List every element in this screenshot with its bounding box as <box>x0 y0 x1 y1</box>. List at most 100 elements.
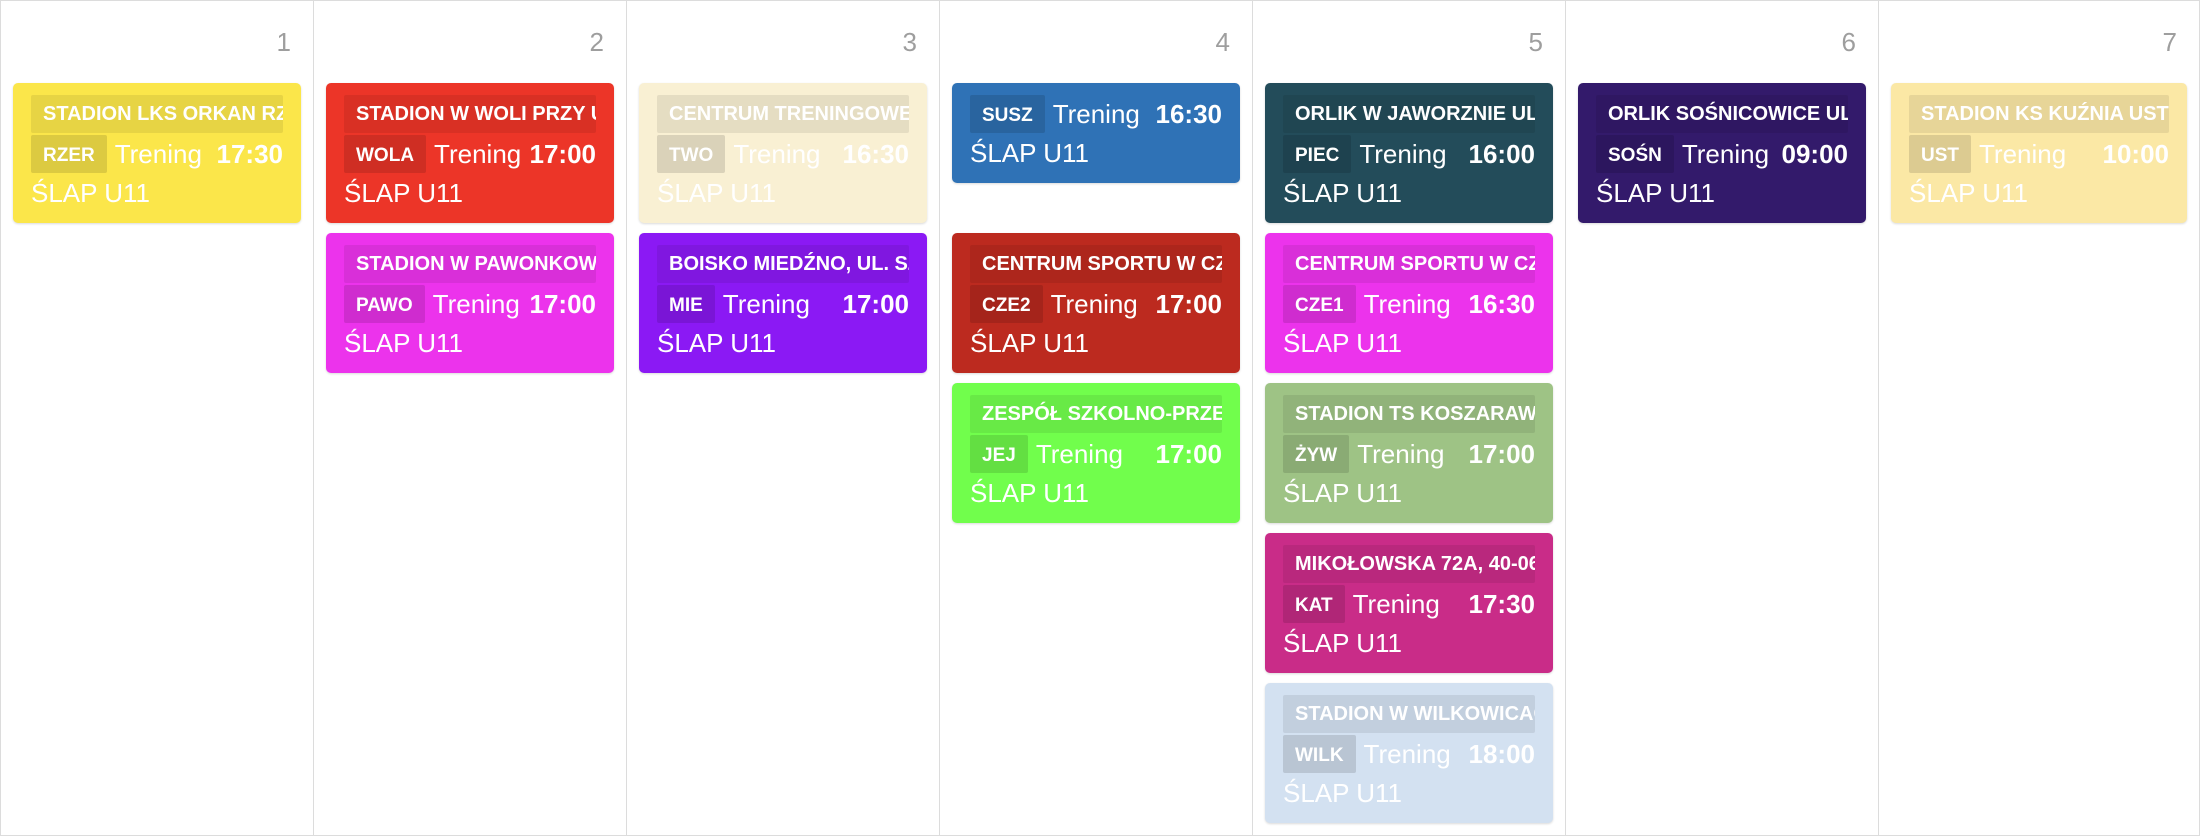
event-card[interactable]: BOISKO MIEDŹNO, UL. SZKOLNAMIETrening 17:… <box>639 233 927 373</box>
event-info-row: WILK Trening 18:00 <box>1283 735 1535 773</box>
event-time: 10:00 <box>2102 138 2170 169</box>
event-card[interactable]: ORLIK SOŚNICOWICE UL. PSOŚNTrening 09:00 Ś… <box>1578 83 1866 223</box>
day-events: CENTRUM TRENINGOWE LKSTWOTrening16:30 ŚLA… <box>639 83 927 383</box>
event-location: CENTRUM TRENINGOWE LKS <box>657 95 909 133</box>
event-code-badge: RZER <box>31 135 107 173</box>
event-info-row: SOŚN Trening 09:00 <box>1596 135 1848 173</box>
event-group: ŚLAP U11 <box>1283 178 1403 208</box>
event-time: 17:00 <box>1155 288 1223 319</box>
day-column-3: 3 CENTRUM TRENINGOWE LKSTWOTrening16:30 ŚL… <box>627 1 940 835</box>
event-location: CENTRUM SPORTU W CZECHOWICACH <box>1283 245 1535 283</box>
event-time: 17:00 <box>529 138 597 169</box>
event-info-row: ŻYW Trening 17:00 <box>1283 435 1535 473</box>
event-code-badge: SUSZ <box>970 95 1045 133</box>
event-code-badge: TWO <box>657 135 726 173</box>
event-group: ŚLAP U11 <box>31 178 151 208</box>
event-code-badge: ŻYW <box>1283 435 1350 473</box>
event-location: ORLIK W JAWORZNIE UL. E <box>1283 95 1535 133</box>
event-location: MIKOŁOWSKA 72A, 40-065 <box>1283 545 1535 583</box>
day-number[interactable]: 6 <box>1842 27 1856 57</box>
event-time: 16:30 <box>1468 288 1536 319</box>
calendar-week-view: 1STADION LKS ORKAN RZEKIRZERTrening17:30… <box>0 0 2200 836</box>
event-code-badge: WILK <box>1283 735 1356 773</box>
event-card[interactable]: CENTRUM SPORTU W CZECHOWICACHCZE2Trening… <box>952 233 1240 373</box>
day-column-6: 6 ORLIK SOŚNICOWICE UL. PSOŚNTrening 09:00… <box>1566 1 1879 835</box>
event-time: 17:00 <box>529 288 597 319</box>
day-events: SUSZ Trening 16:30 ŚLAP U11 CENTRUM SPORTU W… <box>952 83 1240 533</box>
event-type: Trening <box>1050 288 1138 319</box>
event-time: 16:00 <box>1468 138 1536 169</box>
event-code-badge: CZE2 <box>970 285 1043 323</box>
event-type: Trening <box>1052 98 1140 129</box>
event-code-badge: KAT <box>1283 585 1345 623</box>
event-card[interactable]: STADION W WILKOWICACHWILKTrening 18:00 ŚLA… <box>1265 683 1553 823</box>
event-type: Trening <box>1035 438 1124 469</box>
event-code-badge: SOŚN <box>1596 135 1674 173</box>
day-events: STADION W WOLI PRZY UL.WOLATrening17:00Ś… <box>326 83 614 383</box>
event-info-row: JEJ Trening 17:00 <box>970 435 1222 473</box>
event-card[interactable]: STADION W WOLI PRZY UL.WOLATrening17:00 Ś… <box>326 83 614 223</box>
event-location: BOISKO MIEDŹNO, UL. SZKOLNA <box>657 245 909 283</box>
event-info-row: CZE2 Trening 17:00 <box>970 285 1222 323</box>
event-card[interactable]: STADION W PAWONKOWIE PAWO Trening 17:00 ŚLAP… <box>326 233 614 373</box>
event-group: ŚLAP U11 <box>1283 628 1403 658</box>
event-time: 18:00 <box>1468 738 1536 769</box>
event-type: Trening <box>1681 138 1770 169</box>
event-card[interactable]: CENTRUM TRENINGOWE LKSTWOTrening 16:30 ŚLA… <box>639 83 927 223</box>
day-column-7: 7 STADION KS KUŹNIA USTROŃUST Trening 10:00… <box>1879 1 2199 835</box>
event-type: Trening <box>1359 138 1447 169</box>
event-time: 16:30 <box>1155 98 1223 129</box>
event-location: ZESPÓŁ SZKOLNO-PRZEDSZKOLNY <box>970 395 1222 433</box>
day-events: ORLIK SOŚNICOWICE UL. PSOŚNTrening 09:00 Ś… <box>1578 83 1866 233</box>
event-location: STADION W WILKOWICACH <box>1283 695 1535 733</box>
event-group: ŚLAP U11 <box>344 328 464 358</box>
event-card[interactable]: SUSZ Trening 16:30 ŚLAP U11 <box>952 83 1240 183</box>
event-info-row: KAT Trening 17:30 <box>1283 585 1535 623</box>
day-number[interactable]: 3 <box>903 27 917 57</box>
event-code-badge: JEJ <box>970 435 1028 473</box>
day-number[interactable]: 4 <box>1216 27 1230 57</box>
event-group: ŚLAP U11 <box>970 478 1090 508</box>
day-number[interactable]: 2 <box>590 27 604 57</box>
event-group: ŚLAP U11 <box>970 328 1090 358</box>
event-type: Trening <box>434 138 522 169</box>
event-time: 17:00 <box>1468 438 1536 469</box>
day-number[interactable]: 7 <box>2163 27 2177 57</box>
event-info-row: UST Trening 10:00 <box>1909 135 2169 173</box>
event-info-row: PIEC Trening 16:00 <box>1283 135 1535 173</box>
day-column-4: 4 SUSZ Trening 16:30 ŚLAP U11 CENTRUM SPORTU … <box>940 1 1253 835</box>
event-card[interactable]: ZESPÓŁ SZKOLNO-PRZEDSZKOLNYJEJTrening 17:… <box>952 383 1240 523</box>
event-group: ŚLAP U11 <box>657 178 777 208</box>
event-info-row: MIE Trening 17:00 <box>657 285 909 323</box>
event-info-row: CZE1 Trening 16:30 <box>1283 285 1535 323</box>
event-card[interactable]: STADION LKS ORKAN RZEKIRZERTrening 17:30 Ś… <box>13 83 301 223</box>
event-group: ŚLAP U11 <box>970 138 1090 168</box>
event-code-badge: PAWO <box>344 285 425 323</box>
event-info-row: TWO Trening 16:30 <box>657 135 909 173</box>
event-card[interactable]: STADION TS KOSZARAWA ŻYW Trening 17:00 ŚLAP … <box>1265 383 1553 523</box>
day-column-5: 5ORLIK W JAWORZNIE UL. EPIECTrening16:00… <box>1253 1 1566 835</box>
event-card[interactable]: ORLIK W JAWORZNIE UL. EPIECTrening 16:00 Ś… <box>1265 83 1553 223</box>
event-code-badge: UST <box>1909 135 1971 173</box>
day-events: ORLIK W JAWORZNIE UL. EPIECTrening16:00Ś… <box>1265 83 1553 833</box>
event-type: Trening <box>1352 588 1440 619</box>
event-type: Trening <box>1979 138 2067 169</box>
event-card[interactable]: STADION KS KUŹNIA USTROŃUST Trening 10:00 Ś… <box>1891 83 2187 223</box>
day-number[interactable]: 1 <box>277 27 291 57</box>
event-group: ŚLAP U11 <box>1596 178 1716 208</box>
event-location: CENTRUM SPORTU W CZECHOWICACH <box>970 245 1222 283</box>
event-card[interactable]: MIKOŁOWSKA 72A, 40-065 KAT Trening 17:30 ŚLA… <box>1265 533 1553 673</box>
event-location: STADION KS KUŹNIA USTROŃ <box>1909 95 2169 133</box>
event-time: 17:30 <box>1468 588 1536 619</box>
day-number[interactable]: 5 <box>1529 27 1543 57</box>
event-location: STADION LKS ORKAN RZEKI <box>31 95 283 133</box>
event-location: STADION W PAWONKOWIE <box>344 245 596 283</box>
event-type: Trening <box>1363 288 1451 319</box>
event-info-row: RZER Trening 17:30 <box>31 135 283 173</box>
event-code-badge: WOLA <box>344 135 427 173</box>
event-location: ORLIK SOŚNICOWICE UL. P <box>1596 95 1848 133</box>
event-time: 09:00 <box>1781 138 1849 169</box>
event-code-badge: MIE <box>657 285 715 323</box>
event-time: 16:30 <box>842 138 910 169</box>
event-card[interactable]: CENTRUM SPORTU W CZECHOWICACHCZE1Trening… <box>1265 233 1553 373</box>
